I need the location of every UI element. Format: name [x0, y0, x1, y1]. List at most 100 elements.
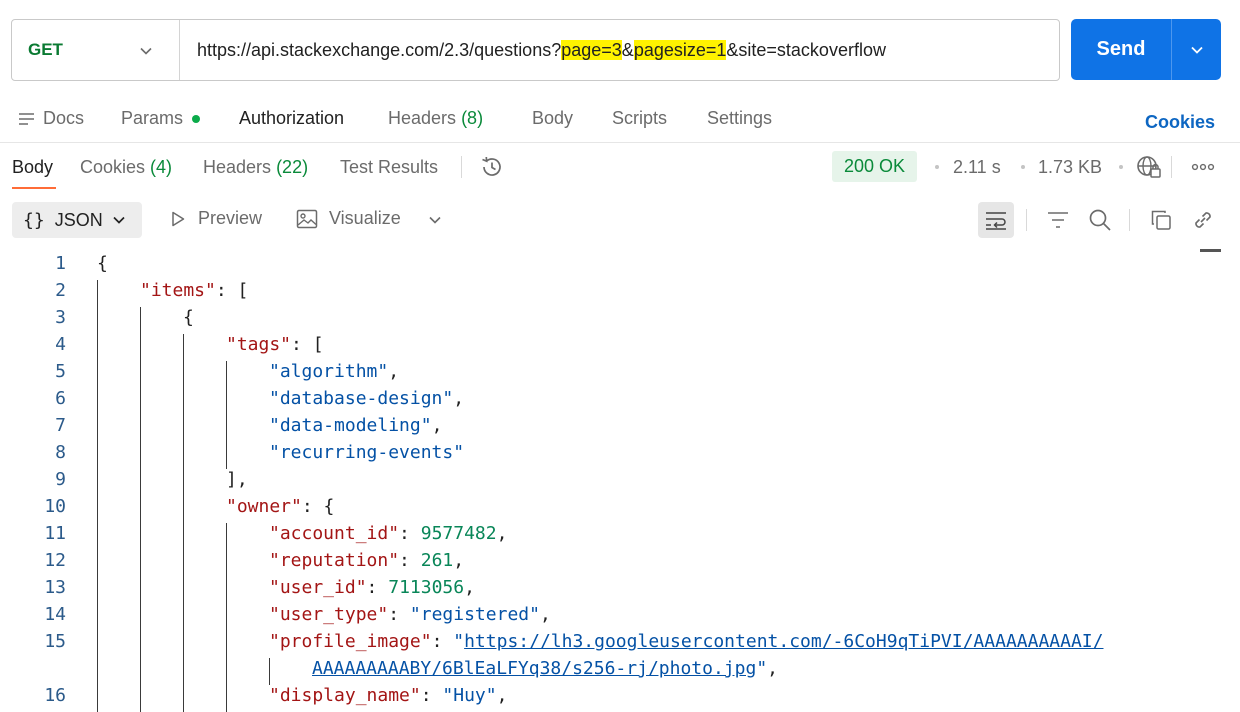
copy-button[interactable] — [1143, 202, 1179, 238]
tab-params-label: Params — [121, 108, 184, 128]
separator-dot — [1119, 165, 1123, 169]
play-icon — [172, 211, 185, 226]
json-key: "display_name" — [269, 685, 421, 706]
scrollbar[interactable] — [1200, 249, 1221, 252]
response-tab-headers-label: Headers — [203, 157, 272, 177]
json-punctuation: : { — [301, 496, 335, 517]
code-line: "reputation": 261, — [269, 550, 464, 571]
json-punctuation: , — [388, 361, 400, 382]
json-number: 261 — [420, 550, 454, 571]
preview-button[interactable]: Preview — [169, 208, 262, 229]
response-size[interactable]: 1.73 KB — [1038, 157, 1102, 178]
tab-settings-label: Settings — [707, 108, 773, 128]
link-icon — [1195, 212, 1211, 228]
tab-headers-label: Headers — [388, 108, 457, 128]
response-tab-headers-count: (22) — [276, 157, 309, 177]
code-line: "recurring-events" — [269, 442, 464, 463]
response-body-viewer[interactable]: 1{2 "items": [3{4 "tags": [5 "algorithm", 6 "… — [0, 250, 1200, 712]
json-key: "owner" — [226, 496, 302, 517]
method-select[interactable]: GET — [12, 20, 180, 80]
json-url[interactable]: https://lh3.googleusercontent.com/-6CoH9… — [464, 631, 1103, 652]
response-time[interactable]: 2.11 s — [953, 157, 1001, 178]
line-number: 9 — [55, 469, 66, 490]
indent-guide — [226, 361, 227, 469]
json-key: "tags" — [226, 334, 292, 355]
divider — [1026, 209, 1027, 231]
link-button[interactable] — [1185, 202, 1221, 238]
json-key: "user_type" — [269, 604, 389, 625]
indent-guide — [140, 307, 141, 712]
json-string: "registered" — [409, 604, 540, 625]
separator-dot — [935, 165, 939, 169]
request-tabs: Docs Params Authorization Headers (8) Bo… — [0, 102, 1240, 138]
json-punctuation: : — [388, 604, 410, 625]
response-tabs: Body Cookies (4) Headers (22) Test Resul… — [0, 150, 1240, 190]
json-punctuation: , — [539, 604, 551, 625]
request-url-bar: GET https://api.stackexchange.com/2.3/qu… — [11, 19, 1060, 81]
wrap-lines-button[interactable] — [978, 202, 1014, 238]
tab-docs[interactable]: Docs — [18, 108, 84, 129]
status-badge[interactable]: 200 OK — [832, 151, 918, 182]
response-tab-cookies[interactable]: Cookies (4) — [80, 157, 172, 178]
json-punctuation: : — [431, 631, 454, 652]
tab-headers-count: (8) — [461, 108, 484, 128]
tab-authorization-label: Authorization — [239, 108, 345, 128]
separator-dot — [1021, 165, 1025, 169]
more-options-icon[interactable] — [1191, 159, 1215, 175]
search-button[interactable] — [1082, 202, 1118, 238]
history-icon[interactable] — [479, 154, 505, 180]
tab-body-label: Body — [532, 108, 574, 128]
active-tab-indicator — [12, 187, 56, 189]
json-key: "user_id" — [269, 577, 367, 598]
json-key: "account_id" — [269, 523, 400, 544]
tab-params[interactable]: Params — [121, 108, 201, 129]
divider — [1129, 209, 1130, 231]
line-number: 8 — [55, 442, 66, 463]
tab-headers[interactable]: Headers (8) — [388, 108, 483, 129]
divider — [0, 142, 1240, 143]
chevron-down-icon — [113, 216, 125, 224]
response-tab-cookies-label: Cookies — [80, 157, 146, 177]
visualize-button[interactable]: Visualize — [296, 208, 401, 229]
response-tab-test-results[interactable]: Test Results — [340, 157, 438, 178]
tab-scripts-label: Scripts — [612, 108, 668, 128]
line-number: 15 — [44, 631, 66, 652]
json-punctuation: { — [183, 307, 194, 328]
response-tab-body[interactable]: Body — [12, 157, 53, 178]
send-options-button[interactable] — [1172, 19, 1221, 80]
send-button[interactable]: Send — [1071, 19, 1172, 80]
copy-icon — [1151, 210, 1171, 230]
tab-body[interactable]: Body — [532, 108, 573, 129]
json-punctuation: , — [431, 415, 443, 436]
json-punctuation: : — [420, 685, 443, 706]
line-number: 3 — [55, 307, 66, 328]
format-label: JSON — [54, 209, 103, 230]
json-key: "items" — [140, 280, 216, 301]
tab-authorization[interactable]: Authorization — [239, 108, 344, 129]
json-number: 7113056 — [388, 577, 465, 598]
network-globe-icon[interactable] — [1135, 154, 1163, 180]
tab-settings[interactable]: Settings — [707, 108, 772, 129]
indent-guide — [269, 658, 270, 685]
cookies-link[interactable]: Cookies — [1145, 112, 1215, 133]
json-url[interactable]: AAAAAAAAABY/6BlEaLFYq38/s256-rj/photo.jp… — [312, 658, 756, 679]
format-dropdown[interactable]: {} JSON — [12, 202, 142, 238]
chevron-down-icon — [1190, 46, 1203, 54]
url-input[interactable]: https://api.stackexchange.com/2.3/questi… — [180, 39, 886, 61]
json-punctuation: : [ — [291, 334, 324, 355]
send-button-group: Send — [1071, 19, 1221, 80]
json-punctuation: ], — [226, 469, 248, 490]
json-punctuation: , — [496, 523, 508, 544]
json-punctuation: , — [496, 685, 508, 706]
json-key: "reputation" — [269, 550, 400, 571]
url-highlighted-param: page=3 — [561, 39, 622, 60]
response-tab-headers[interactable]: Headers (22) — [203, 157, 308, 178]
code-line: "algorithm", — [269, 361, 399, 382]
chevron-down-icon[interactable] — [427, 212, 443, 228]
divider — [1171, 156, 1172, 178]
json-key: "profile_image" — [269, 631, 432, 652]
json-punctuation: , — [464, 577, 475, 598]
tab-scripts[interactable]: Scripts — [612, 108, 667, 129]
filter-icon — [1048, 212, 1068, 228]
filter-button[interactable] — [1040, 202, 1076, 238]
